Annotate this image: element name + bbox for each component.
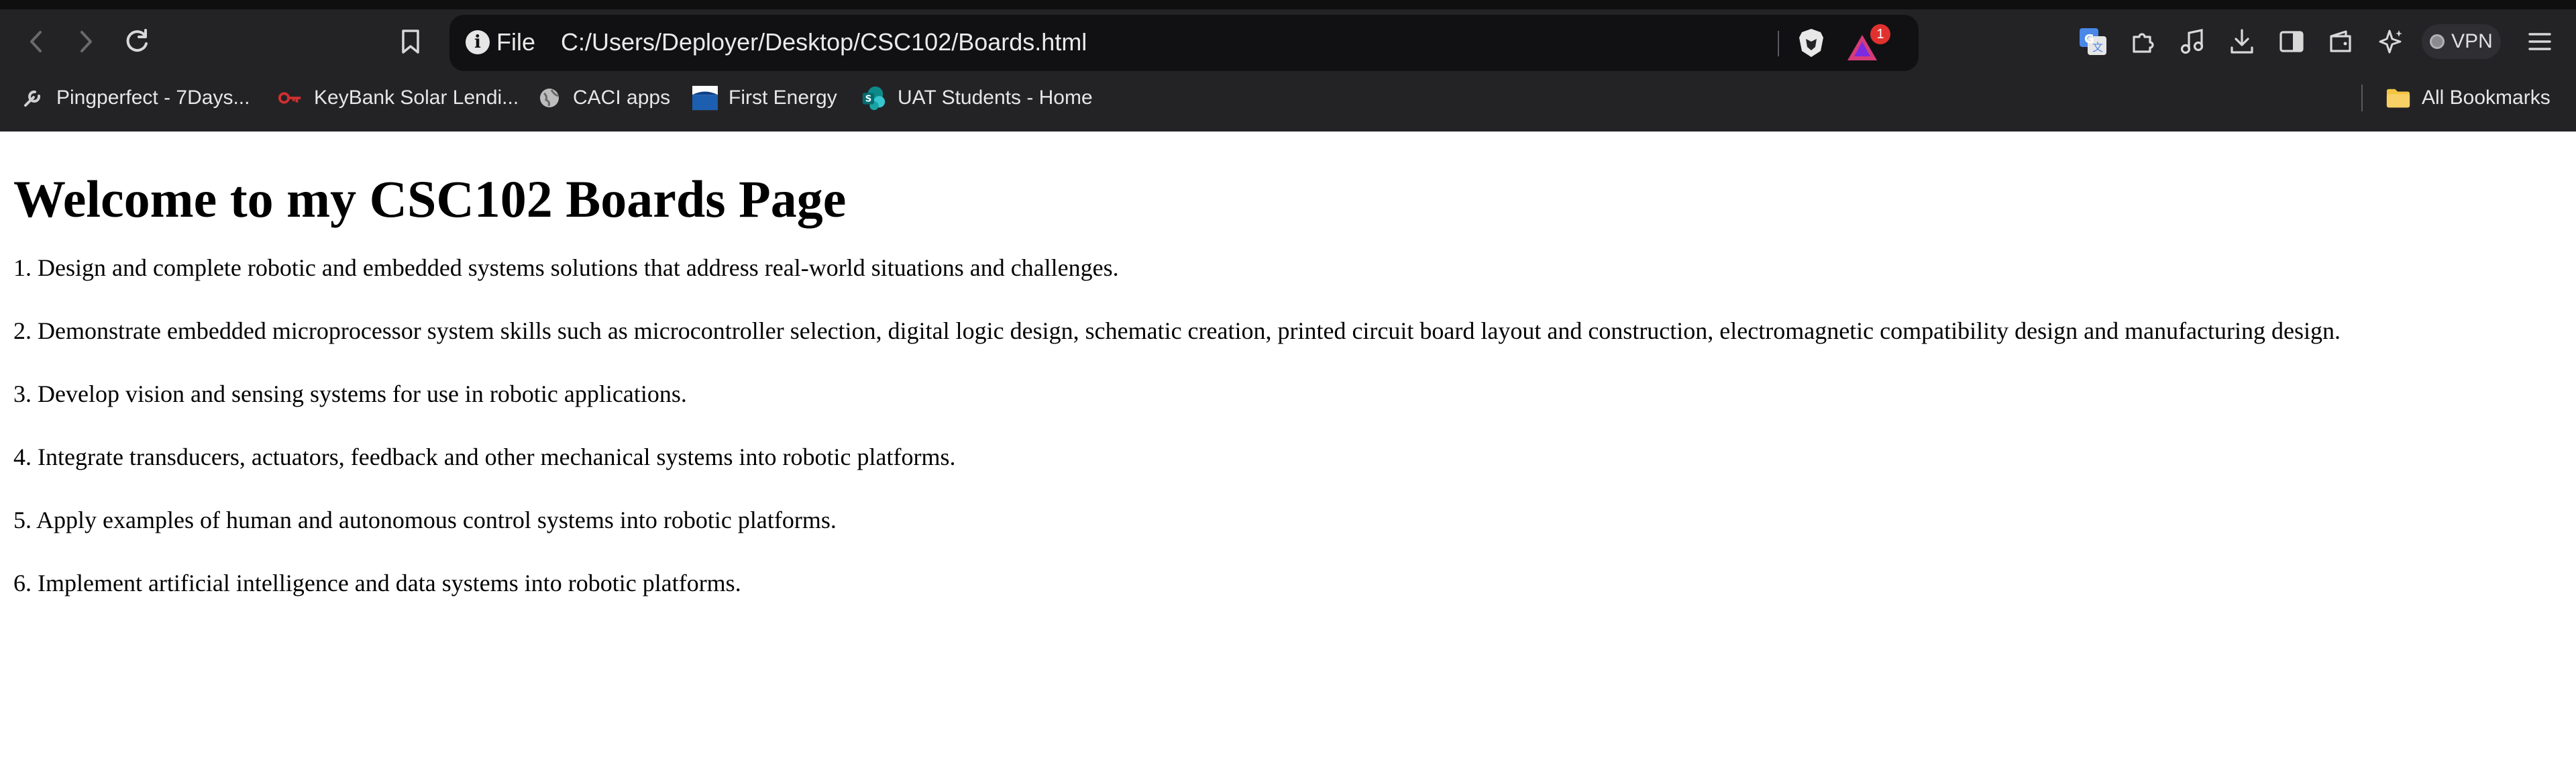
puzzle-icon — [2133, 33, 2154, 53]
bookmark-first-energy[interactable]: First Energy — [692, 78, 837, 118]
bookmark-pingperfect[interactable]: Pingperfect - 7Days... — [20, 78, 250, 118]
brave-rewards-button[interactable]: 1 — [1842, 24, 1890, 64]
page-heading: Welcome to my CSC102 Boards Page — [13, 170, 847, 228]
bookmark-keybank[interactable]: KeyBank Solar Lendi... — [278, 78, 519, 118]
bookmark-uat-students[interactable]: S UAT Students - Home — [861, 78, 1093, 118]
page-content: Welcome to my CSC102 Boards Page 1. Desi… — [13, 132, 2563, 598]
downloads-button[interactable] — [2222, 21, 2262, 62]
bookmark-label: Pingperfect - 7Days... — [56, 87, 250, 109]
info-icon[interactable]: i — [466, 30, 490, 54]
all-bookmarks-button[interactable]: All Bookmarks — [2385, 78, 2551, 118]
forward-button[interactable] — [66, 21, 106, 62]
keybank-key-icon — [278, 85, 303, 111]
rewards-badge: 1 — [1870, 24, 1890, 44]
music-note-icon — [2180, 29, 2204, 54]
bookmarks-bar: Pingperfect - 7Days... KeyBank Solar Len… — [0, 78, 2576, 118]
first-energy-logo-icon — [692, 85, 718, 111]
address-divider — [1778, 31, 1779, 56]
objective-5: 5. Apply examples of human and autonomou… — [13, 506, 837, 533]
browser-chrome: i File C:/Users/Deployer/Desktop/CSC102/… — [0, 0, 2576, 132]
bookmark-icon — [402, 30, 419, 54]
svg-text:S: S — [865, 95, 872, 105]
site-scheme-label[interactable]: File — [496, 28, 535, 56]
bookmark-label: CACI apps — [573, 87, 671, 109]
sidebar-toggle-button[interactable] — [2271, 21, 2312, 62]
brave-shields-button[interactable] — [1796, 27, 1826, 59]
hamburger-menu-icon — [2528, 33, 2551, 50]
download-icon — [2231, 29, 2253, 54]
objective-3: 3. Develop vision and sensing systems fo… — [13, 380, 687, 407]
extensions-button[interactable] — [2123, 21, 2163, 62]
globe-icon — [537, 85, 562, 111]
vpn-label: VPN — [2451, 30, 2493, 52]
bookmark-label: UAT Students - Home — [898, 87, 1093, 109]
bookmark-caci[interactable]: CACI apps — [537, 78, 670, 118]
sharepoint-icon: S — [861, 85, 887, 111]
window-top-strip — [0, 0, 2576, 9]
chevron-right-icon — [80, 31, 92, 52]
wrench-icon — [20, 85, 46, 111]
objective-2: 2. Demonstrate embedded microprocessor s… — [13, 317, 2341, 344]
main-menu-button[interactable] — [2520, 21, 2560, 62]
vpn-status-icon — [2430, 34, 2445, 49]
address-bar[interactable]: i File C:/Users/Deployer/Desktop/CSC102/… — [449, 15, 1919, 71]
bookmark-label: First Energy — [729, 87, 837, 109]
vpn-button[interactable]: VPN — [2422, 24, 2501, 59]
translate-button[interactable]: G 文 — [2073, 21, 2113, 62]
translate-icon: G 文 — [2080, 28, 2106, 55]
url-text[interactable]: C:/Users/Deployer/Desktop/CSC102/Boards.… — [561, 28, 1087, 56]
all-bookmarks-label: All Bookmarks — [2422, 87, 2551, 109]
reload-icon — [126, 29, 148, 52]
back-button[interactable] — [16, 21, 56, 62]
leo-ai-button[interactable] — [2371, 21, 2411, 62]
svg-text:文: 文 — [2092, 41, 2103, 54]
bookmark-label: KeyBank Solar Lendi... — [314, 87, 519, 109]
brave-lion-icon — [1799, 29, 1823, 57]
sparkle-icon — [2379, 30, 2402, 54]
objective-4: 4. Integrate transducers, actuators, fee… — [13, 443, 956, 470]
folder-icon — [2385, 85, 2411, 111]
objective-6: 6. Implement artificial intelligence and… — [13, 569, 741, 596]
wallet-button[interactable] — [2321, 21, 2361, 62]
bookmarks-divider — [2361, 85, 2363, 111]
bookmark-page-button[interactable] — [390, 21, 431, 62]
browser-toolbar: i File C:/Users/Deployer/Desktop/CSC102/… — [0, 9, 2576, 71]
objective-1: 1. Design and complete robotic and embed… — [13, 254, 1119, 281]
media-controls-button[interactable] — [2172, 21, 2212, 62]
reload-button[interactable] — [117, 21, 157, 62]
sidebar-icon — [2279, 31, 2304, 52]
wallet-icon — [2330, 30, 2351, 52]
chevron-left-icon — [30, 31, 42, 52]
